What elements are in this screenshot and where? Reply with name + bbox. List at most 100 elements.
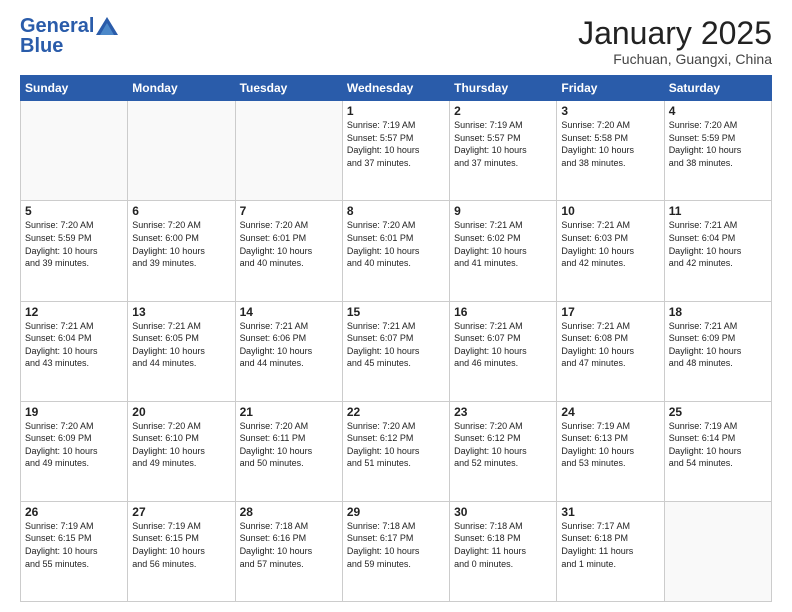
day-header-friday: Friday: [557, 76, 664, 101]
day-number: 21: [240, 405, 338, 419]
calendar-empty-cell: [664, 501, 771, 601]
day-info: Sunrise: 7:18 AM Sunset: 6:16 PM Dayligh…: [240, 520, 338, 570]
day-number: 4: [669, 104, 767, 118]
day-info: Sunrise: 7:21 AM Sunset: 6:06 PM Dayligh…: [240, 320, 338, 370]
day-number: 11: [669, 204, 767, 218]
calendar-day-15: 15Sunrise: 7:21 AM Sunset: 6:07 PM Dayli…: [342, 301, 449, 401]
day-info: Sunrise: 7:20 AM Sunset: 5:58 PM Dayligh…: [561, 119, 659, 169]
day-number: 20: [132, 405, 230, 419]
day-number: 22: [347, 405, 445, 419]
day-header-tuesday: Tuesday: [235, 76, 342, 101]
location-subtitle: Fuchuan, Guangxi, China: [578, 51, 772, 67]
day-info: Sunrise: 7:21 AM Sunset: 6:05 PM Dayligh…: [132, 320, 230, 370]
day-info: Sunrise: 7:20 AM Sunset: 6:01 PM Dayligh…: [347, 219, 445, 269]
day-header-sunday: Sunday: [21, 76, 128, 101]
day-info: Sunrise: 7:21 AM Sunset: 6:03 PM Dayligh…: [561, 219, 659, 269]
day-header-saturday: Saturday: [664, 76, 771, 101]
calendar-day-21: 21Sunrise: 7:20 AM Sunset: 6:11 PM Dayli…: [235, 401, 342, 501]
calendar-day-24: 24Sunrise: 7:19 AM Sunset: 6:13 PM Dayli…: [557, 401, 664, 501]
day-number: 5: [25, 204, 123, 218]
day-number: 17: [561, 305, 659, 319]
calendar-day-8: 8Sunrise: 7:20 AM Sunset: 6:01 PM Daylig…: [342, 201, 449, 301]
day-info: Sunrise: 7:19 AM Sunset: 5:57 PM Dayligh…: [454, 119, 552, 169]
calendar-day-19: 19Sunrise: 7:20 AM Sunset: 6:09 PM Dayli…: [21, 401, 128, 501]
day-info: Sunrise: 7:20 AM Sunset: 6:11 PM Dayligh…: [240, 420, 338, 470]
page: General Blue January 2025 Fuchuan, Guang…: [0, 0, 792, 612]
calendar-day-22: 22Sunrise: 7:20 AM Sunset: 6:12 PM Dayli…: [342, 401, 449, 501]
day-info: Sunrise: 7:21 AM Sunset: 6:09 PM Dayligh…: [669, 320, 767, 370]
day-info: Sunrise: 7:18 AM Sunset: 6:18 PM Dayligh…: [454, 520, 552, 570]
day-info: Sunrise: 7:21 AM Sunset: 6:04 PM Dayligh…: [669, 219, 767, 269]
calendar-day-26: 26Sunrise: 7:19 AM Sunset: 6:15 PM Dayli…: [21, 501, 128, 601]
day-number: 15: [347, 305, 445, 319]
day-number: 23: [454, 405, 552, 419]
day-number: 10: [561, 204, 659, 218]
day-info: Sunrise: 7:21 AM Sunset: 6:02 PM Dayligh…: [454, 219, 552, 269]
day-number: 3: [561, 104, 659, 118]
title-area: January 2025 Fuchuan, Guangxi, China: [578, 16, 772, 67]
day-info: Sunrise: 7:19 AM Sunset: 6:14 PM Dayligh…: [669, 420, 767, 470]
month-title: January 2025: [578, 16, 772, 51]
calendar-empty-cell: [21, 101, 128, 201]
calendar-day-14: 14Sunrise: 7:21 AM Sunset: 6:06 PM Dayli…: [235, 301, 342, 401]
day-number: 8: [347, 204, 445, 218]
day-number: 31: [561, 505, 659, 519]
calendar-day-3: 3Sunrise: 7:20 AM Sunset: 5:58 PM Daylig…: [557, 101, 664, 201]
day-number: 25: [669, 405, 767, 419]
calendar-day-17: 17Sunrise: 7:21 AM Sunset: 6:08 PM Dayli…: [557, 301, 664, 401]
day-info: Sunrise: 7:19 AM Sunset: 5:57 PM Dayligh…: [347, 119, 445, 169]
calendar-empty-cell: [128, 101, 235, 201]
calendar-day-9: 9Sunrise: 7:21 AM Sunset: 6:02 PM Daylig…: [450, 201, 557, 301]
calendar-day-29: 29Sunrise: 7:18 AM Sunset: 6:17 PM Dayli…: [342, 501, 449, 601]
day-info: Sunrise: 7:17 AM Sunset: 6:18 PM Dayligh…: [561, 520, 659, 570]
calendar-week-row: 5Sunrise: 7:20 AM Sunset: 5:59 PM Daylig…: [21, 201, 772, 301]
calendar-day-23: 23Sunrise: 7:20 AM Sunset: 6:12 PM Dayli…: [450, 401, 557, 501]
calendar-week-row: 1Sunrise: 7:19 AM Sunset: 5:57 PM Daylig…: [21, 101, 772, 201]
day-info: Sunrise: 7:20 AM Sunset: 6:09 PM Dayligh…: [25, 420, 123, 470]
day-info: Sunrise: 7:20 AM Sunset: 6:12 PM Dayligh…: [347, 420, 445, 470]
day-info: Sunrise: 7:21 AM Sunset: 6:07 PM Dayligh…: [454, 320, 552, 370]
calendar-day-10: 10Sunrise: 7:21 AM Sunset: 6:03 PM Dayli…: [557, 201, 664, 301]
day-info: Sunrise: 7:18 AM Sunset: 6:17 PM Dayligh…: [347, 520, 445, 570]
day-number: 29: [347, 505, 445, 519]
day-info: Sunrise: 7:20 AM Sunset: 6:00 PM Dayligh…: [132, 219, 230, 269]
calendar-day-28: 28Sunrise: 7:18 AM Sunset: 6:16 PM Dayli…: [235, 501, 342, 601]
calendar-day-25: 25Sunrise: 7:19 AM Sunset: 6:14 PM Dayli…: [664, 401, 771, 501]
day-number: 13: [132, 305, 230, 319]
day-number: 1: [347, 104, 445, 118]
day-number: 6: [132, 204, 230, 218]
calendar-day-7: 7Sunrise: 7:20 AM Sunset: 6:01 PM Daylig…: [235, 201, 342, 301]
day-header-monday: Monday: [128, 76, 235, 101]
day-number: 7: [240, 204, 338, 218]
calendar-day-16: 16Sunrise: 7:21 AM Sunset: 6:07 PM Dayli…: [450, 301, 557, 401]
day-info: Sunrise: 7:21 AM Sunset: 6:07 PM Dayligh…: [347, 320, 445, 370]
calendar-table: SundayMondayTuesdayWednesdayThursdayFrid…: [20, 75, 772, 602]
day-number: 26: [25, 505, 123, 519]
calendar-day-4: 4Sunrise: 7:20 AM Sunset: 5:59 PM Daylig…: [664, 101, 771, 201]
calendar-day-31: 31Sunrise: 7:17 AM Sunset: 6:18 PM Dayli…: [557, 501, 664, 601]
day-info: Sunrise: 7:20 AM Sunset: 6:01 PM Dayligh…: [240, 219, 338, 269]
day-info: Sunrise: 7:19 AM Sunset: 6:13 PM Dayligh…: [561, 420, 659, 470]
logo-icon: [96, 17, 118, 35]
calendar-day-6: 6Sunrise: 7:20 AM Sunset: 6:00 PM Daylig…: [128, 201, 235, 301]
day-info: Sunrise: 7:21 AM Sunset: 6:08 PM Dayligh…: [561, 320, 659, 370]
logo-general-text: General: [20, 16, 94, 36]
day-info: Sunrise: 7:20 AM Sunset: 6:10 PM Dayligh…: [132, 420, 230, 470]
calendar-day-20: 20Sunrise: 7:20 AM Sunset: 6:10 PM Dayli…: [128, 401, 235, 501]
calendar-day-11: 11Sunrise: 7:21 AM Sunset: 6:04 PM Dayli…: [664, 201, 771, 301]
day-number: 28: [240, 505, 338, 519]
calendar-day-12: 12Sunrise: 7:21 AM Sunset: 6:04 PM Dayli…: [21, 301, 128, 401]
day-header-thursday: Thursday: [450, 76, 557, 101]
day-number: 18: [669, 305, 767, 319]
calendar-day-13: 13Sunrise: 7:21 AM Sunset: 6:05 PM Dayli…: [128, 301, 235, 401]
day-number: 27: [132, 505, 230, 519]
day-number: 24: [561, 405, 659, 419]
day-number: 12: [25, 305, 123, 319]
calendar-week-row: 12Sunrise: 7:21 AM Sunset: 6:04 PM Dayli…: [21, 301, 772, 401]
calendar-day-5: 5Sunrise: 7:20 AM Sunset: 5:59 PM Daylig…: [21, 201, 128, 301]
calendar-day-2: 2Sunrise: 7:19 AM Sunset: 5:57 PM Daylig…: [450, 101, 557, 201]
day-number: 16: [454, 305, 552, 319]
day-info: Sunrise: 7:20 AM Sunset: 5:59 PM Dayligh…: [25, 219, 123, 269]
calendar-empty-cell: [235, 101, 342, 201]
header: General Blue January 2025 Fuchuan, Guang…: [20, 16, 772, 67]
